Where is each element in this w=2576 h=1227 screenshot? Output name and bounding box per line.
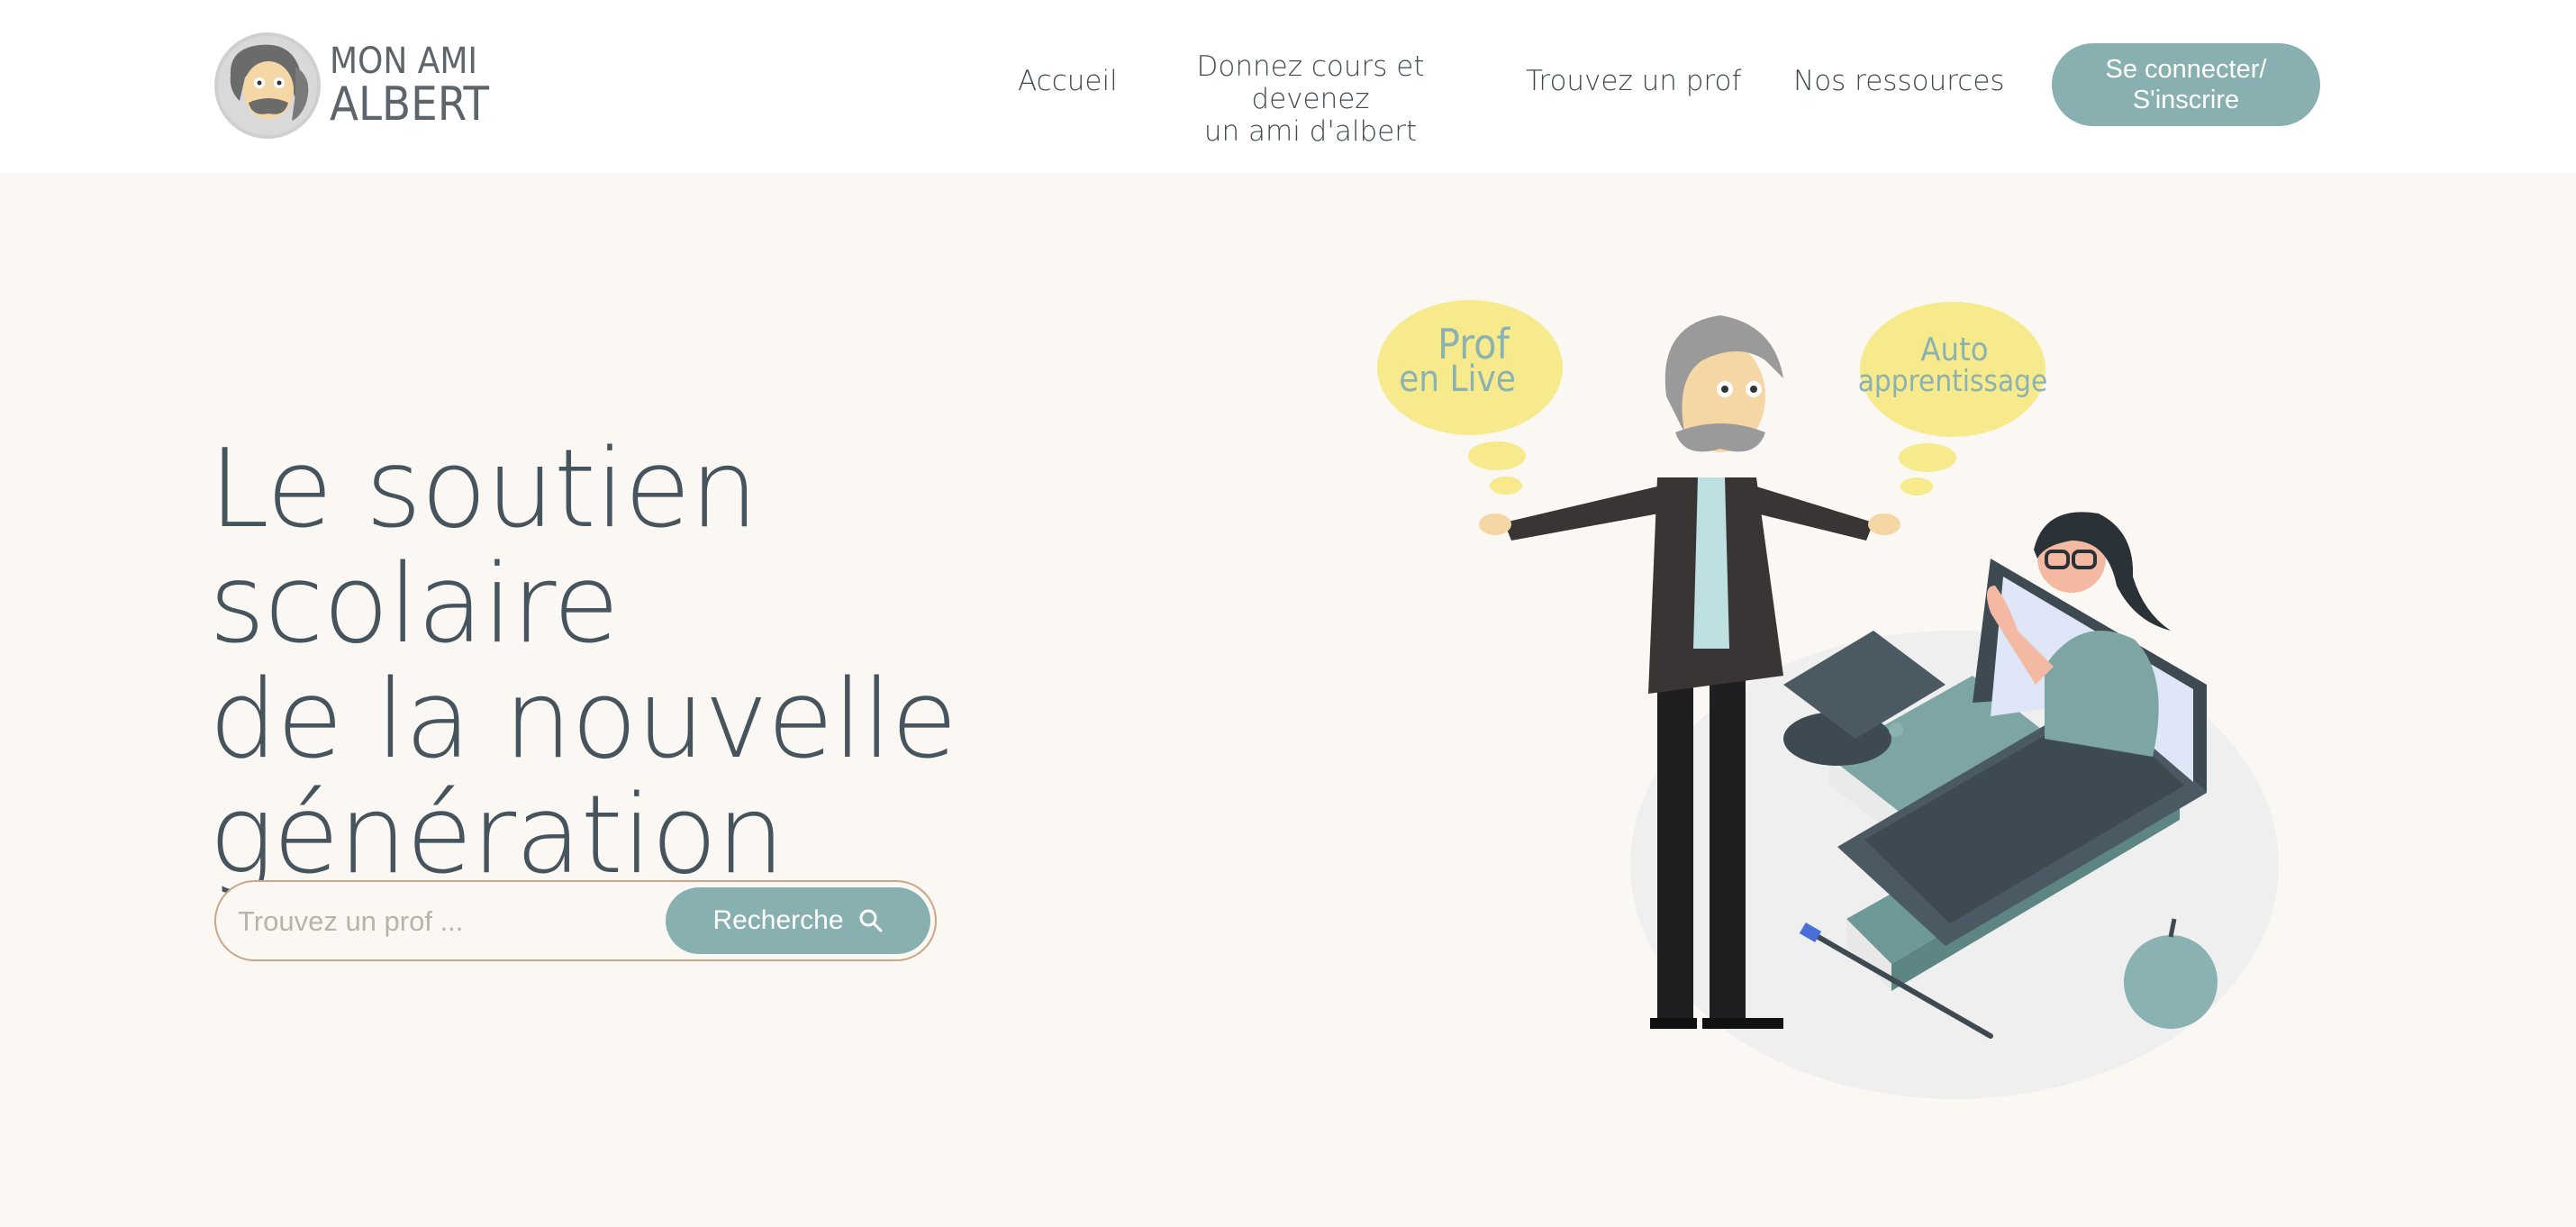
albert-avatar-icon — [214, 32, 321, 139]
logo[interactable]: MON AMI ALBERT — [213, 31, 489, 141]
hero-title-line-1: Le soutien scolaire — [209, 427, 758, 668]
search-button-label: Recherche — [712, 905, 844, 935]
hero-illustration: Prof en Live Auto apprentissage — [1377, 300, 2279, 1099]
hero-title-line-2: de la nouvelle — [209, 658, 957, 783]
bubble-prof-en-live: Prof en Live — [1377, 300, 1563, 495]
nav-donnez-line-2: un ami d'albert — [1203, 115, 1418, 148]
nav-link-donnez-cours[interactable]: Donnez cours et devenez un ami d'albert — [1162, 50, 1459, 148]
hero-title-line-3: génération — [209, 773, 785, 898]
login-signup-button[interactable]: Se connecter/ S'inscrire — [2052, 43, 2320, 126]
bubble-left-line-2: en Live — [1399, 359, 1516, 400]
hero-title: Le soutien scolaire de la nouvelle génér… — [209, 432, 1110, 894]
logo-line-2: ALBERT — [330, 77, 489, 132]
login-line-1: Se connecter/ — [2105, 55, 2267, 84]
nav-link-accueil[interactable]: Accueil — [1018, 65, 1118, 97]
bubble-right-line-2: apprentissage — [1858, 363, 2048, 398]
search-input[interactable] — [238, 898, 661, 945]
bubble-auto-apprentissage: Auto apprentissage — [1858, 302, 2048, 495]
logo-line-1: MON AMI — [330, 41, 477, 82]
nav-donnez-line-1: Donnez cours et devenez — [1196, 50, 1425, 115]
login-line-2: S'inscrire — [2132, 86, 2240, 114]
search-bar: Recherche — [214, 880, 937, 961]
nav-link-ressources[interactable]: Nos ressources — [1793, 65, 2005, 97]
site-header: MON AMI ALBERT Accueil Donnez cours et d… — [0, 0, 2576, 173]
nav-link-trouvez-prof[interactable]: Trouvez un prof — [1526, 65, 1741, 97]
search-icon — [859, 909, 883, 932]
search-button[interactable]: Recherche — [666, 887, 930, 954]
